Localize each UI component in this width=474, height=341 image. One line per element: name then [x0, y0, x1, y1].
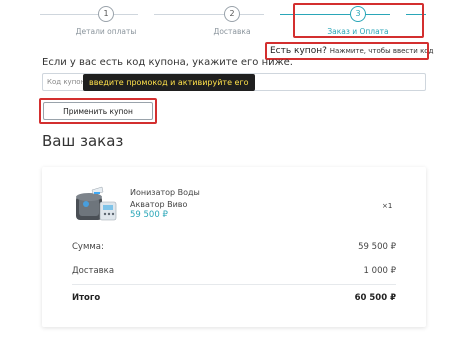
- highlight-box: [293, 3, 424, 38]
- product-image[interactable]: [72, 184, 122, 224]
- step-label: Доставка: [213, 27, 251, 36]
- highlight-box: [39, 98, 157, 124]
- step-number: 1: [98, 6, 114, 22]
- step-payment-details[interactable]: 1 Детали оплаты: [46, 6, 166, 36]
- product-name-line1: Ионизатор Воды: [130, 188, 200, 197]
- step-number: 2: [224, 6, 240, 22]
- order-summary-card: Ионизатор Воды Акватор Виво 59 500 ₽ ×1 …: [42, 167, 426, 327]
- total-label: Итого: [72, 293, 101, 303]
- coupon-description: Если у вас есть код купона, укажите его …: [42, 57, 293, 68]
- total-value: 60 500 ₽: [354, 293, 396, 303]
- subtotal-label: Сумма:: [72, 242, 104, 252]
- divider: [72, 284, 396, 285]
- subtotal-value: 59 500 ₽: [358, 242, 396, 252]
- delivery-label: Доставка: [72, 266, 115, 276]
- delivery-value: 1 000 ₽: [363, 266, 396, 276]
- coupon-tooltip: введите промокод и активируйте его: [83, 74, 255, 91]
- step-delivery[interactable]: 2 Доставка: [172, 6, 292, 36]
- step-label: Детали оплаты: [75, 27, 137, 36]
- product-name[interactable]: Ионизатор Воды Акватор Виво: [130, 187, 200, 211]
- subtotal-row: Сумма: 59 500 ₽: [72, 242, 396, 252]
- delivery-row: Доставка 1 000 ₽: [72, 266, 396, 276]
- product-quantity: ×1: [382, 202, 393, 210]
- total-row: Итого 60 500 ₽: [72, 293, 396, 303]
- product-price: 59 500 ₽: [130, 210, 168, 220]
- order-title: Ваш заказ: [42, 132, 124, 150]
